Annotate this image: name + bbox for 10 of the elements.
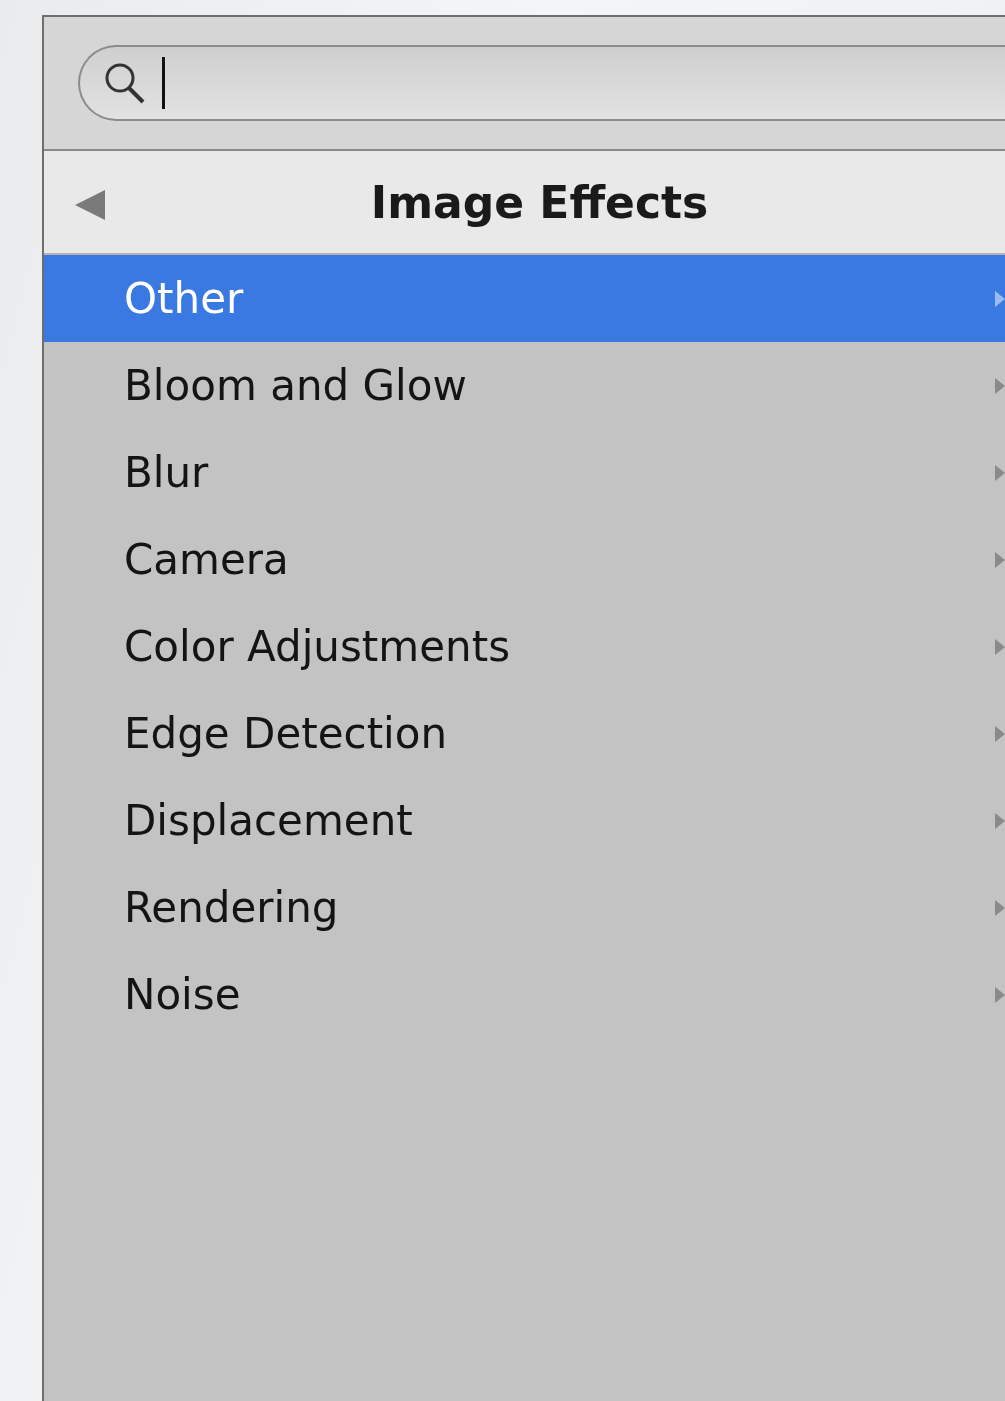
menu-item[interactable]: Color Adjustments (44, 603, 1005, 690)
menu-item[interactable]: Other (44, 255, 1005, 342)
menu-item[interactable]: Blur (44, 429, 1005, 516)
menu-item[interactable]: Camera (44, 516, 1005, 603)
menu-item[interactable]: Rendering (44, 864, 1005, 951)
menu-item[interactable]: Noise (44, 951, 1005, 1038)
menu-title: Image Effects (370, 176, 709, 228)
menu-item[interactable]: Edge Detection (44, 690, 1005, 777)
menu-item[interactable]: Bloom and Glow (44, 342, 1005, 429)
menu-item[interactable]: Displacement (44, 777, 1005, 864)
